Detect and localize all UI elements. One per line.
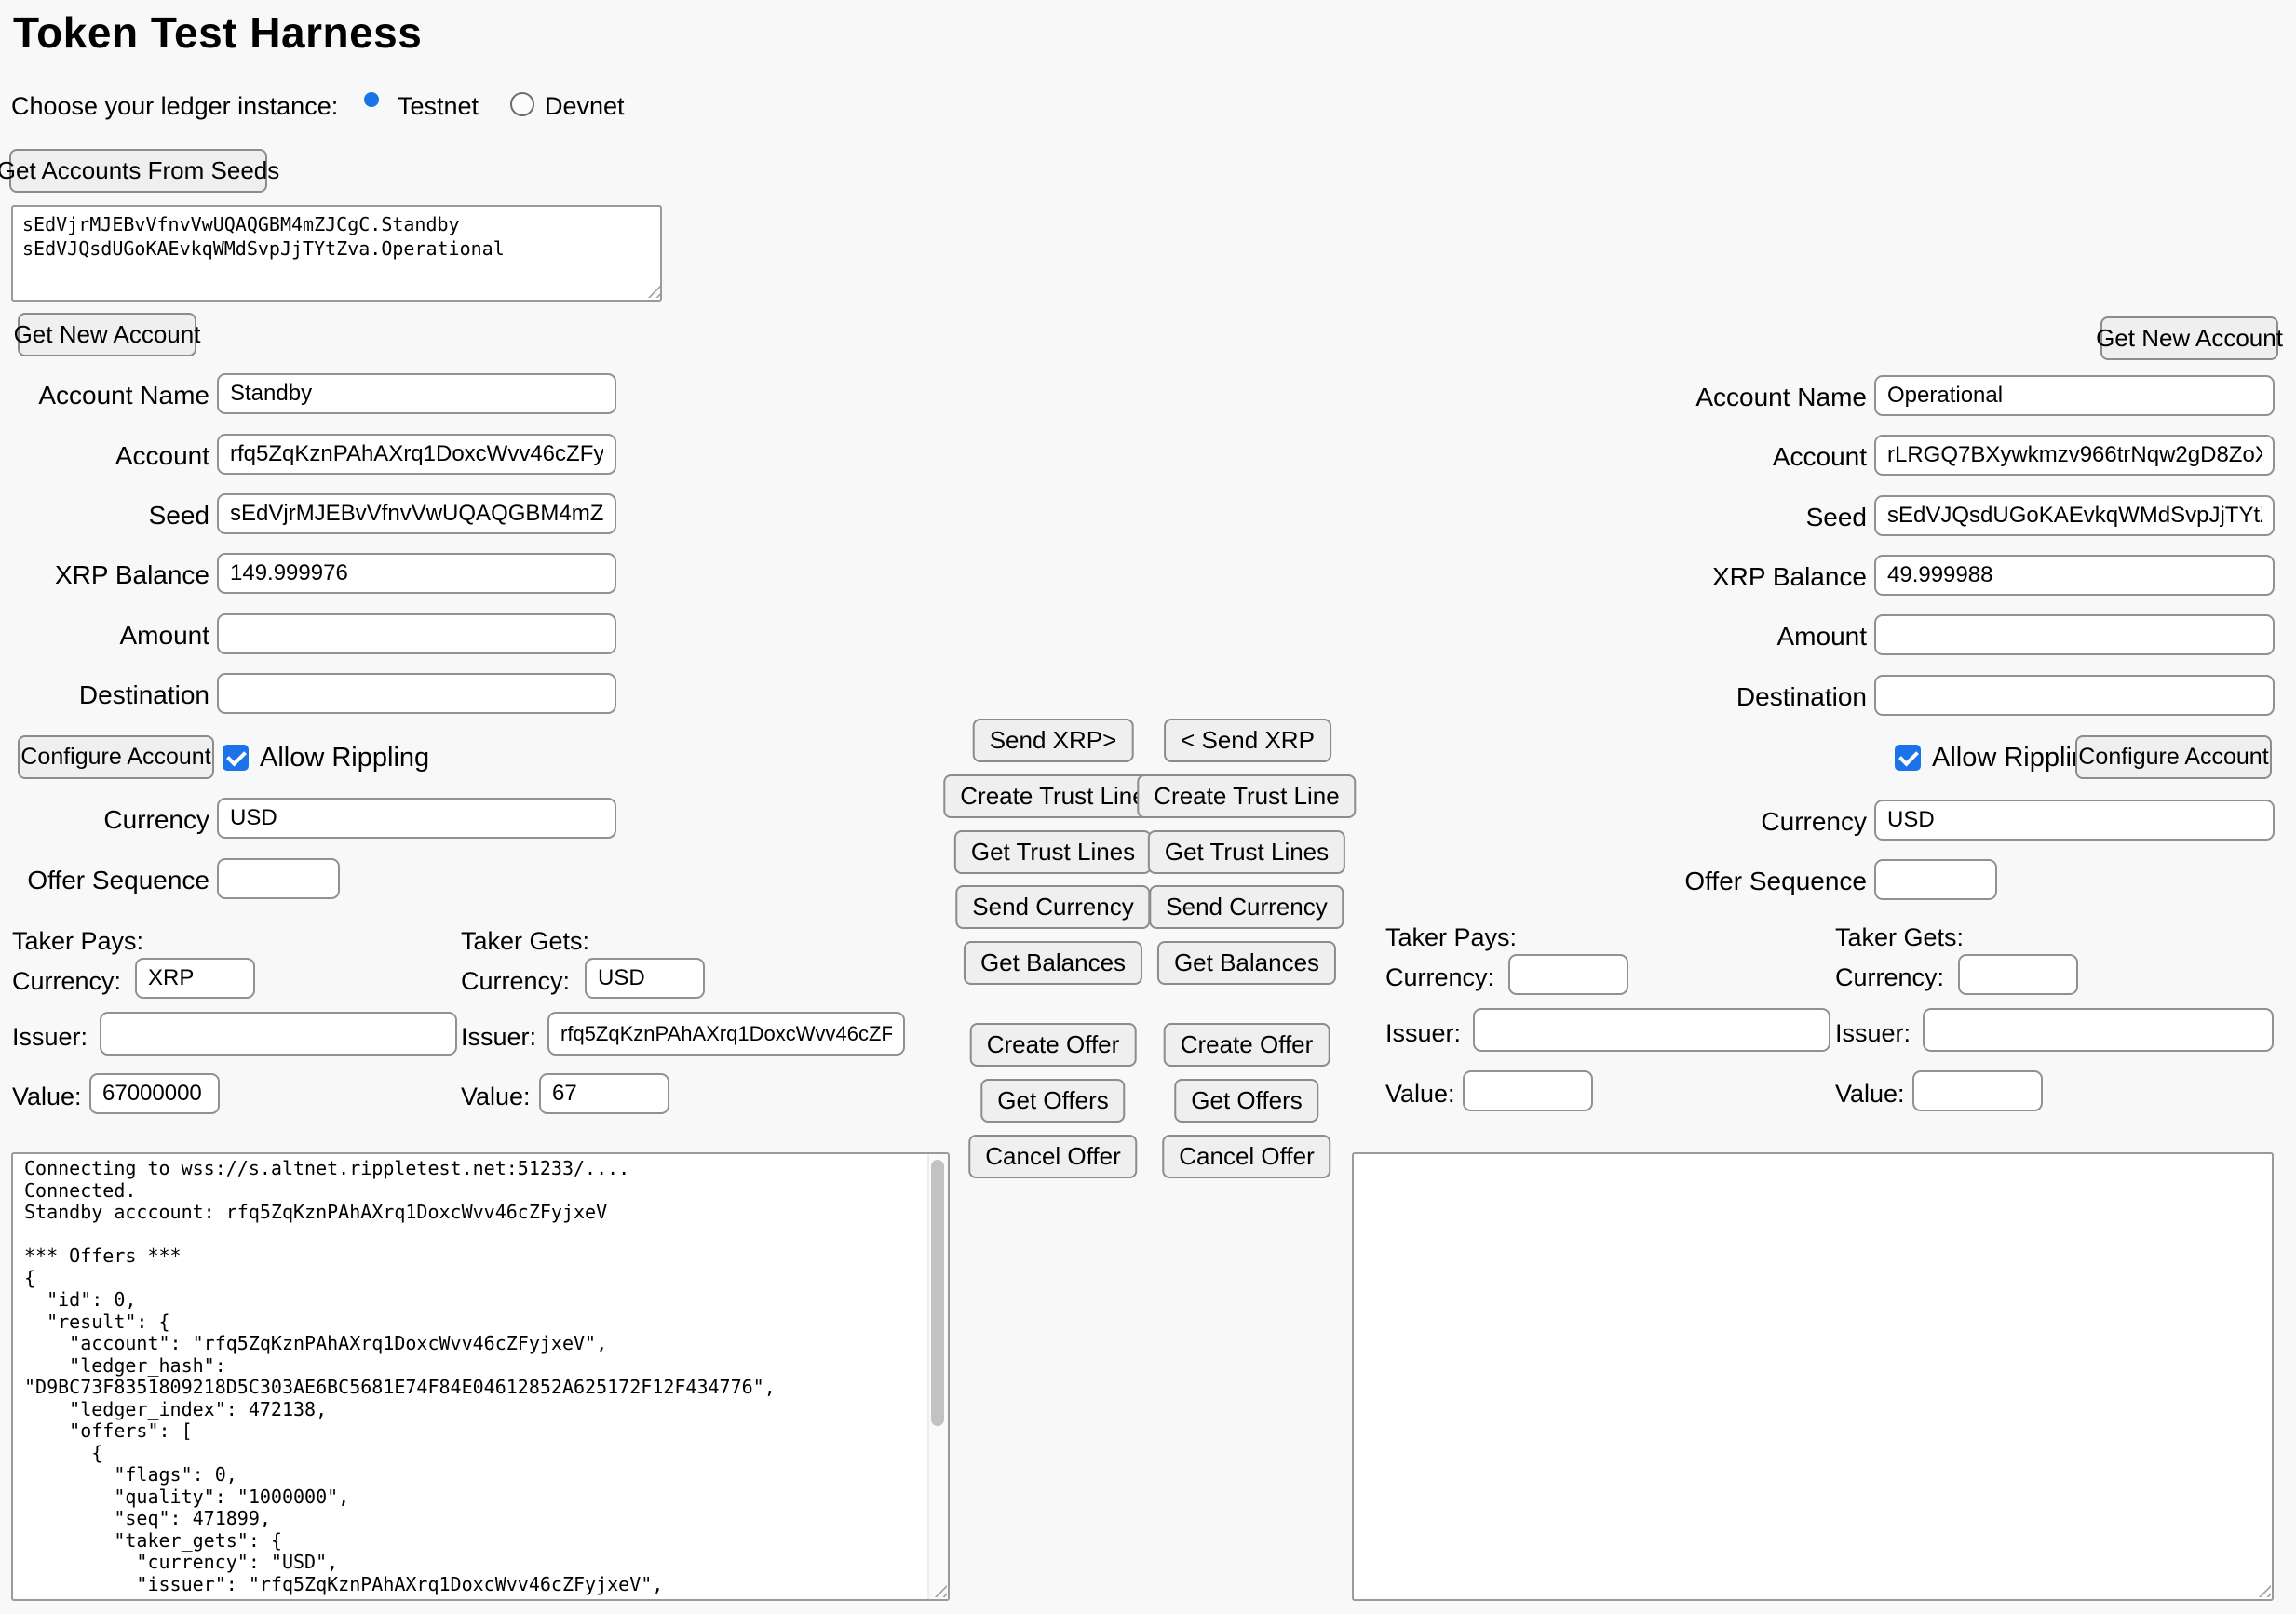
cancel-offer-standby-button[interactable]: Cancel Offer [968,1135,1137,1178]
standby-results-scrollbar-thumb[interactable] [931,1160,944,1426]
testnet-radio[interactable] [364,92,379,107]
standby-xrp-balance-input[interactable] [217,553,616,594]
standby-seed-label: Seed [0,501,209,531]
operational-destination-input[interactable] [1874,675,2275,716]
standby-taker-gets-currency-input[interactable] [585,958,705,999]
standby-get-new-account-button[interactable]: Get New Account [18,313,196,356]
operational-account-name-input[interactable] [1874,375,2275,416]
get-offers-standby-button[interactable]: Get Offers [980,1079,1125,1123]
standby-allow-rippling-label: Allow Rippling [260,743,429,773]
operational-taker-pays-value-label: Value: [1385,1080,1455,1109]
standby-offer-sequence-label: Offer Sequence [0,866,209,895]
standby-destination-label: Destination [0,680,209,710]
standby-xrp-balance-label: XRP Balance [0,560,209,590]
operational-allow-rippling-checkbox[interactable] [1895,745,1921,771]
operational-taker-gets-currency-input[interactable] [1958,954,2078,995]
get-offers-operational-button[interactable]: Get Offers [1174,1079,1318,1123]
create-trust-line-standby-button[interactable]: Create Trust Line [943,774,1162,818]
standby-taker-gets-issuer-label: Issuer: [461,1023,536,1052]
standby-currency-label: Currency [0,805,209,835]
get-trust-lines-operational-button[interactable]: Get Trust Lines [1148,830,1345,874]
devnet-radio-label[interactable]: Devnet [545,92,625,121]
operational-results-textarea[interactable] [1352,1152,2274,1601]
operational-taker-gets-issuer-label: Issuer: [1835,1019,1911,1048]
standby-taker-pays-value-label: Value: [12,1083,82,1111]
operational-taker-gets-title: Taker Gets: [1835,923,1964,952]
operational-xrp-balance-label: XRP Balance [1583,562,1867,592]
standby-taker-gets-value-input[interactable] [539,1073,669,1114]
standby-seed-input[interactable] [217,493,616,534]
standby-taker-pays-title: Taker Pays: [12,927,143,956]
standby-taker-pays-value-input[interactable] [89,1073,220,1114]
get-trust-lines-standby-button[interactable]: Get Trust Lines [954,830,1152,874]
operational-currency-label: Currency [1583,807,1867,837]
operational-amount-input[interactable] [1874,614,2275,655]
standby-offer-sequence-input[interactable] [217,858,340,899]
operational-account-name-label: Account Name [1583,383,1867,412]
standby-taker-pays-issuer-input[interactable] [100,1012,457,1056]
standby-taker-gets-issuer-input[interactable] [547,1012,905,1056]
create-offer-operational-button[interactable]: Create Offer [1164,1023,1330,1067]
operational-offer-sequence-input[interactable] [1874,859,1997,900]
operational-seed-input[interactable] [1874,495,2275,536]
standby-amount-input[interactable] [217,613,616,654]
standby-allow-rippling-checkbox[interactable] [223,745,249,771]
operational-configure-account-button[interactable]: Configure Account [2075,735,2272,779]
testnet-radio-label[interactable]: Testnet [398,92,479,121]
operational-taker-pays-title: Taker Pays: [1385,923,1517,952]
token-test-harness-page: Token Test Harness Choose your ledger in… [0,0,2296,1614]
send-xrp-standby-button[interactable]: Send XRP> [973,719,1134,762]
operational-taker-pays-issuer-label: Issuer: [1385,1019,1461,1048]
operational-taker-gets-currency-label: Currency: [1835,963,1944,992]
standby-account-name-input[interactable] [217,373,616,414]
standby-taker-pays-currency-input[interactable] [135,958,255,999]
send-xrp-operational-button[interactable]: < Send XRP [1164,719,1331,762]
operational-account-input[interactable] [1874,435,2275,476]
get-balances-operational-button[interactable]: Get Balances [1157,941,1336,985]
create-offer-standby-button[interactable]: Create Offer [970,1023,1137,1067]
standby-configure-account-button[interactable]: Configure Account [18,735,214,779]
operational-taker-gets-value-label: Value: [1835,1080,1905,1109]
operational-amount-label: Amount [1583,622,1867,652]
standby-results-textarea[interactable]: Connecting to wss://s.altnet.rippletest.… [11,1152,950,1601]
operational-seed-label: Seed [1583,503,1867,532]
standby-taker-gets-value-label: Value: [461,1083,531,1111]
standby-account-label: Account [0,441,209,471]
standby-account-input[interactable] [217,434,616,475]
standby-taker-gets-title: Taker Gets: [461,927,589,956]
get-accounts-from-seeds-button[interactable]: Get Accounts From Seeds [9,149,267,193]
operational-taker-pays-currency-input[interactable] [1508,954,1628,995]
operational-taker-gets-issuer-input[interactable] [1923,1008,2274,1052]
operational-xrp-balance-input[interactable] [1874,555,2275,596]
cancel-offer-operational-button[interactable]: Cancel Offer [1162,1135,1330,1178]
create-trust-line-operational-button[interactable]: Create Trust Line [1137,774,1356,818]
standby-taker-pays-issuer-label: Issuer: [12,1023,88,1052]
operational-taker-pays-issuer-input[interactable] [1473,1008,1830,1052]
operational-taker-pays-currency-label: Currency: [1385,963,1494,992]
page-title: Token Test Harness [13,7,422,58]
standby-currency-input[interactable] [217,798,616,839]
devnet-radio[interactable] [510,92,534,116]
send-currency-operational-button[interactable]: Send Currency [1149,885,1344,929]
standby-amount-label: Amount [0,621,209,651]
operational-destination-label: Destination [1583,682,1867,712]
operational-taker-pays-value-input[interactable] [1463,1070,1593,1111]
send-currency-standby-button[interactable]: Send Currency [955,885,1150,929]
standby-taker-pays-currency-label: Currency: [12,967,121,996]
operational-account-label: Account [1583,442,1867,472]
operational-taker-gets-value-input[interactable] [1912,1070,2043,1111]
operational-currency-input[interactable] [1874,800,2275,841]
standby-taker-gets-currency-label: Currency: [461,967,570,996]
ledger-instance-label: Choose your ledger instance: [11,92,338,121]
operational-get-new-account-button[interactable]: Get New Account [2100,316,2278,360]
seeds-textarea[interactable]: sEdVjrMJEBvVfnvVwUQAQGBM4mZJCgC.Standby … [11,205,662,302]
get-balances-standby-button[interactable]: Get Balances [964,941,1142,985]
standby-destination-input[interactable] [217,673,616,714]
operational-offer-sequence-label: Offer Sequence [1583,867,1867,896]
standby-account-name-label: Account Name [0,381,209,410]
